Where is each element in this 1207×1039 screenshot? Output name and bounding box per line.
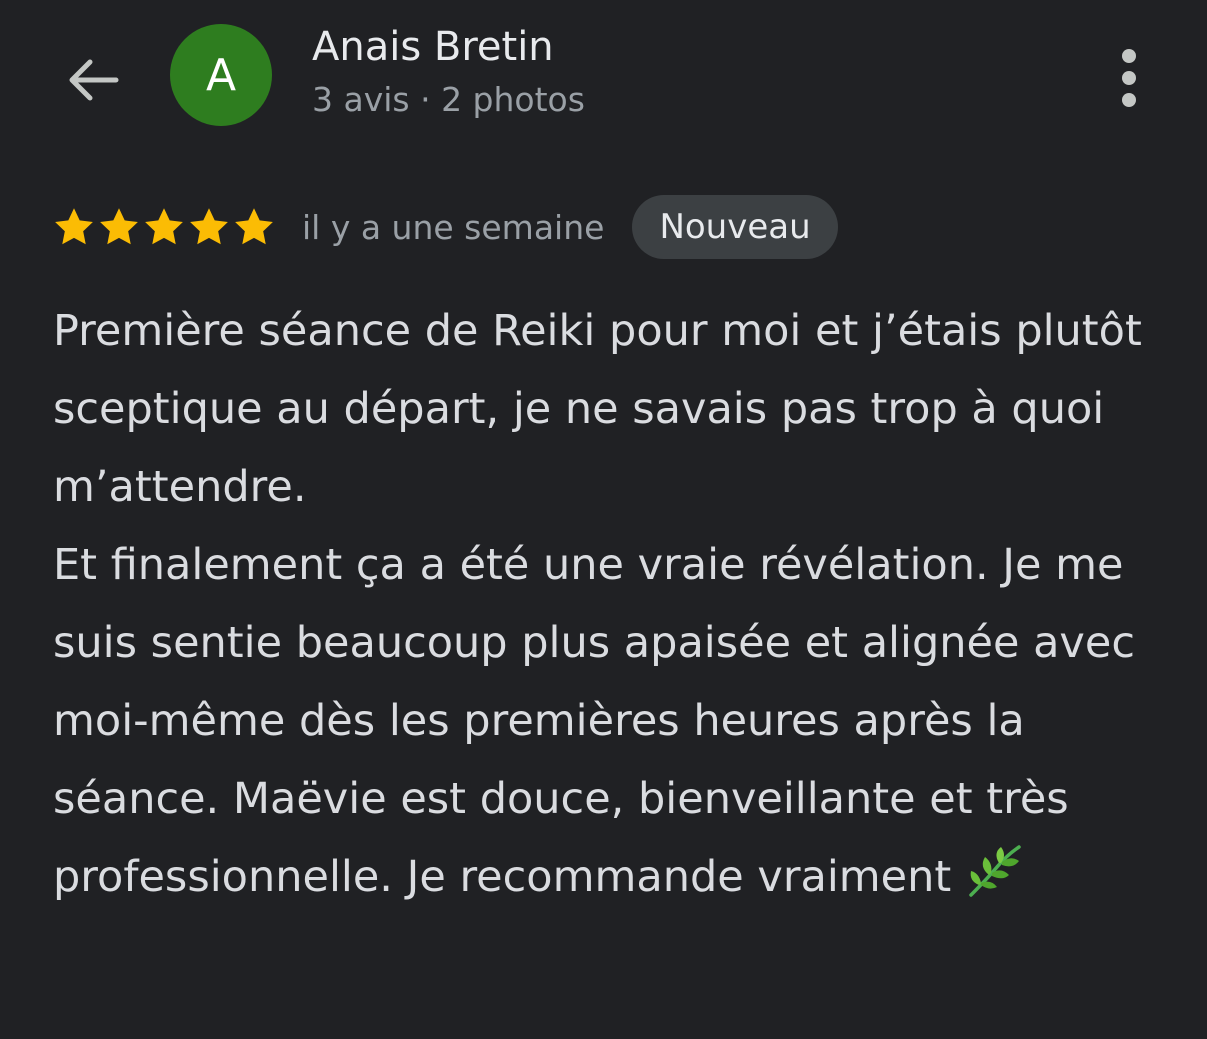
star-icon	[55, 208, 93, 245]
review-date: il y a une semaine	[302, 207, 605, 247]
back-button[interactable]	[56, 44, 128, 116]
review-text: Première séance de Reiki pour moi et j’é…	[53, 292, 1163, 916]
more-options-button[interactable]	[1098, 40, 1160, 116]
rating-row: il y a une semaine Nouveau	[52, 194, 838, 260]
reviewer-stats: 3 avis · 2 photos	[312, 80, 585, 119]
star-icon	[190, 208, 228, 245]
star-icon	[145, 208, 183, 245]
arrow-back-icon	[69, 59, 119, 101]
reviewer-name[interactable]: Anais Bretin	[312, 24, 554, 70]
herb-leaf-icon	[969, 845, 1021, 897]
new-badge: Nouveau	[632, 195, 838, 259]
star-rating	[52, 205, 276, 249]
avatar[interactable]: A	[170, 24, 272, 126]
more-vert-icon	[1122, 49, 1136, 107]
review-body: Première séance de Reiki pour moi et j’é…	[53, 306, 1142, 902]
star-icon	[235, 208, 273, 245]
review-header: A Anais Bretin 3 avis · 2 photos	[0, 0, 1207, 160]
star-icon	[100, 208, 138, 245]
avatar-letter: A	[205, 49, 237, 101]
